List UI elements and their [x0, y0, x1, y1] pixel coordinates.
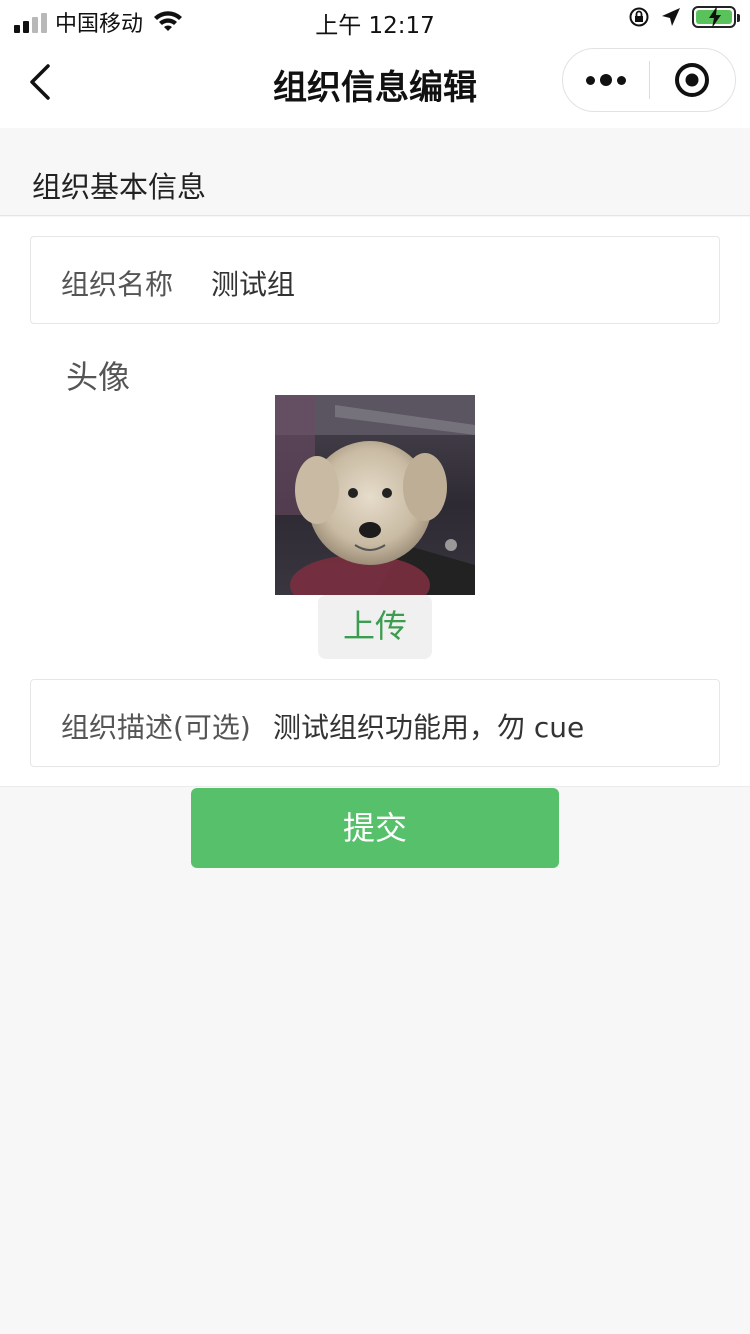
org-desc-label: 组织描述(可选): [61, 711, 251, 744]
org-desc-input[interactable]: 测试组织功能用，勿 cue: [273, 706, 584, 746]
submit-button[interactable]: 提交: [191, 788, 559, 868]
org-name-label: 组织名称: [61, 268, 174, 301]
nav-bar: 组织信息编辑: [0, 40, 750, 128]
mini-program-capsule: [562, 48, 736, 112]
status-bar-right: [628, 6, 740, 28]
target-icon[interactable]: [650, 48, 736, 112]
location-icon: [662, 8, 680, 26]
avatar-label: 头像: [66, 358, 131, 396]
lock-rotation-icon: [629, 7, 649, 27]
more-icon[interactable]: [563, 48, 649, 112]
form-area: 组织名称 测试组 头像 上传 组织描述(可选) 测试组织功能用，勿 cue: [0, 217, 750, 787]
status-bar: 中国移动 上午 12:17: [0, 0, 750, 40]
org-name-field[interactable]: 组织名称 测试组: [30, 236, 720, 324]
upload-button[interactable]: 上传: [318, 595, 432, 659]
org-desc-field[interactable]: 组织描述(可选) 测试组织功能用，勿 cue: [30, 679, 720, 767]
section-header: 组织基本信息: [0, 128, 750, 216]
section-title: 组织基本信息: [32, 170, 207, 204]
org-name-input[interactable]: 测试组: [211, 263, 295, 303]
battery-icon: [692, 6, 740, 28]
avatar-image: [275, 395, 475, 595]
